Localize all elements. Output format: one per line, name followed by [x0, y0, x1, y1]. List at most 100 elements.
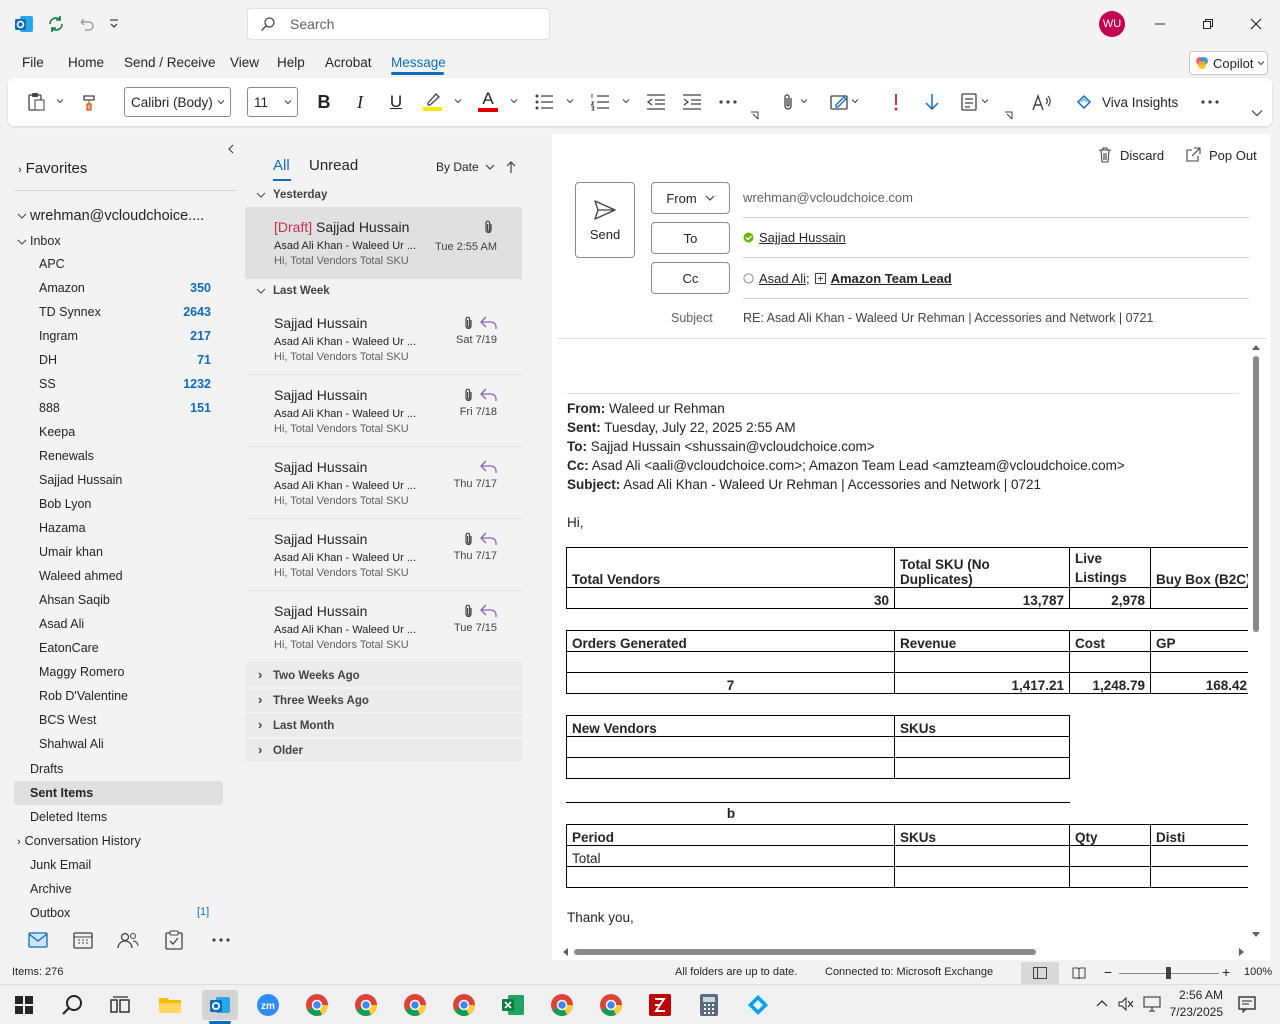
bold-button[interactable]: B [312, 90, 336, 114]
dialog-launcher-icon[interactable] [1003, 110, 1013, 120]
message-item[interactable]: Sajjad Hussain Asad Ali Khan - Waleed Ur … [245, 447, 522, 519]
cc-recipient-2[interactable]: Amazon Team Lead [831, 271, 952, 286]
folder-item[interactable]: Ahsan Saqib [14, 589, 236, 611]
normal-view-button[interactable] [1021, 962, 1059, 984]
copilot-button[interactable]: Copilot [1189, 51, 1268, 75]
discard-button[interactable]: Discard [1098, 147, 1164, 163]
folder-item[interactable]: Asad Ali [14, 613, 236, 635]
message-item[interactable]: Sajjad Hussain Asad Ali Khan - Waleed Ur … [245, 375, 522, 447]
group-two-weeks-ago[interactable]: › Two Weeks Ago [245, 664, 522, 687]
folder-item[interactable]: Amazon 350 [14, 277, 236, 299]
font-color-icon[interactable]: A [476, 88, 500, 114]
more-apps-icon[interactable] [209, 928, 233, 952]
group-older[interactable]: › Older [245, 739, 522, 762]
menu-help[interactable]: Help [277, 55, 305, 70]
reading-view-icon[interactable] [1072, 967, 1086, 979]
folder-junk-email[interactable]: Junk Email [30, 858, 91, 872]
zoom-slider-thumb[interactable] [1166, 967, 1171, 979]
font-size-dropdown[interactable]: 11 [247, 87, 298, 117]
group-last-month[interactable]: › Last Month [245, 714, 522, 737]
increase-indent-icon[interactable] [680, 90, 704, 114]
chrome-icon[interactable] [547, 990, 577, 1020]
calendar-icon[interactable] [71, 928, 95, 952]
italic-button[interactable]: I [348, 90, 372, 114]
minimize-button[interactable] [1146, 10, 1174, 38]
attach-icon[interactable] [776, 90, 800, 114]
folder-item[interactable]: Maggy Romero [14, 661, 236, 683]
remote-desktop-icon[interactable] [743, 990, 773, 1020]
group-three-weeks-ago[interactable]: › Three Weeks Ago [245, 689, 522, 712]
avatar[interactable]: WU [1099, 11, 1125, 37]
clock-date[interactable]: 7/23/2025 [1163, 1005, 1223, 1019]
filezilla-icon[interactable] [645, 990, 675, 1020]
menu-home[interactable]: Home [68, 55, 104, 70]
dialog-launcher-icon[interactable] [749, 110, 759, 120]
excel-icon[interactable] [498, 990, 528, 1020]
expand-group-icon[interactable] [814, 273, 826, 284]
chevron-down-icon[interactable] [56, 97, 64, 105]
folder-inbox[interactable]: Inbox [17, 234, 61, 248]
cc-recipient-1[interactable]: Asad Ali; [759, 271, 810, 286]
sort-by-dropdown[interactable]: By Date [436, 160, 495, 174]
decrease-indent-icon[interactable] [644, 90, 668, 114]
format-painter-icon[interactable] [78, 90, 102, 114]
to-field[interactable]: Sajjad Hussain [743, 230, 846, 245]
cc-button[interactable]: Cc [651, 262, 730, 294]
message-item[interactable]: Sajjad Hussain Asad Ali Khan - Waleed Ur … [245, 303, 522, 375]
search-box[interactable]: Search [247, 8, 550, 40]
folder-item[interactable]: SS 1232 [14, 373, 236, 395]
signature-icon[interactable] [828, 90, 852, 114]
file-explorer-icon[interactable] [155, 990, 185, 1020]
group-yesterday[interactable]: Yesterday [245, 183, 522, 207]
tab-unread[interactable]: Unread [309, 157, 358, 174]
people-icon[interactable] [116, 928, 140, 952]
vertical-scrollbar[interactable] [1251, 343, 1261, 939]
cc-field[interactable]: Asad Ali; Amazon Team Lead [743, 271, 952, 286]
sort-direction-icon[interactable] [505, 159, 517, 175]
to-recipient[interactable]: Sajjad Hussain [759, 230, 846, 245]
menu-acrobat[interactable]: Acrobat [325, 55, 372, 70]
folder-conversation-history[interactable]: › Conversation History [17, 834, 141, 848]
menu-file[interactable]: File [22, 55, 44, 70]
chevron-down-icon[interactable] [851, 97, 859, 105]
font-name-dropdown[interactable]: Calibri (Body) [124, 87, 231, 117]
chevron-down-icon[interactable] [981, 97, 989, 105]
chevron-down-icon[interactable] [566, 97, 574, 105]
zoom-level[interactable]: 100% [1244, 966, 1272, 978]
folder-item[interactable]: EatonCare [14, 637, 236, 659]
sync-icon[interactable] [44, 12, 68, 36]
network-icon[interactable] [1143, 996, 1161, 1012]
bullets-icon[interactable] [532, 90, 556, 114]
chrome-icon[interactable] [449, 990, 479, 1020]
message-item-selected[interactable]: [Draft] Sajjad Hussain Asad Ali Khan - W… [245, 207, 522, 279]
tags-icon[interactable] [958, 90, 982, 114]
pop-out-button[interactable]: Pop Out [1185, 147, 1257, 163]
outlook-taskbar-icon[interactable] [202, 990, 238, 1020]
folder-item[interactable]: Shahwal Ali [14, 733, 236, 755]
folder-item[interactable]: Ingram 217 [14, 325, 236, 347]
low-importance-icon[interactable] [920, 90, 944, 114]
folder-item[interactable]: Umair khan [14, 541, 236, 563]
tasks-icon[interactable] [162, 928, 186, 952]
folder-item[interactable]: DH 71 [14, 349, 236, 371]
zoom-app-icon[interactable]: zm [253, 990, 283, 1020]
close-button[interactable] [1242, 10, 1270, 38]
numbering-icon[interactable] [588, 90, 612, 114]
clock-time[interactable]: 2:56 AM [1173, 988, 1223, 1002]
chevron-up-icon[interactable] [1096, 999, 1108, 1007]
chrome-icon[interactable] [351, 990, 381, 1020]
folder-item[interactable]: Rob D'Valentine [14, 685, 236, 707]
folder-drafts[interactable]: Drafts [30, 762, 63, 776]
tab-all[interactable]: All [273, 157, 290, 174]
paste-icon[interactable] [24, 90, 48, 114]
chevron-down-icon[interactable] [622, 97, 630, 105]
folder-item[interactable]: Keepa [14, 421, 236, 443]
chevron-down-icon[interactable] [510, 97, 518, 105]
folder-item[interactable]: Bob Lyon [14, 493, 236, 515]
ribbon-expand-icon[interactable] [1250, 107, 1264, 119]
underline-button[interactable]: U [384, 90, 408, 114]
to-button[interactable]: To [651, 222, 730, 254]
undo-icon[interactable] [74, 12, 98, 36]
task-view-icon[interactable] [105, 990, 135, 1020]
favorites-header[interactable]: › Favorites [18, 160, 87, 177]
